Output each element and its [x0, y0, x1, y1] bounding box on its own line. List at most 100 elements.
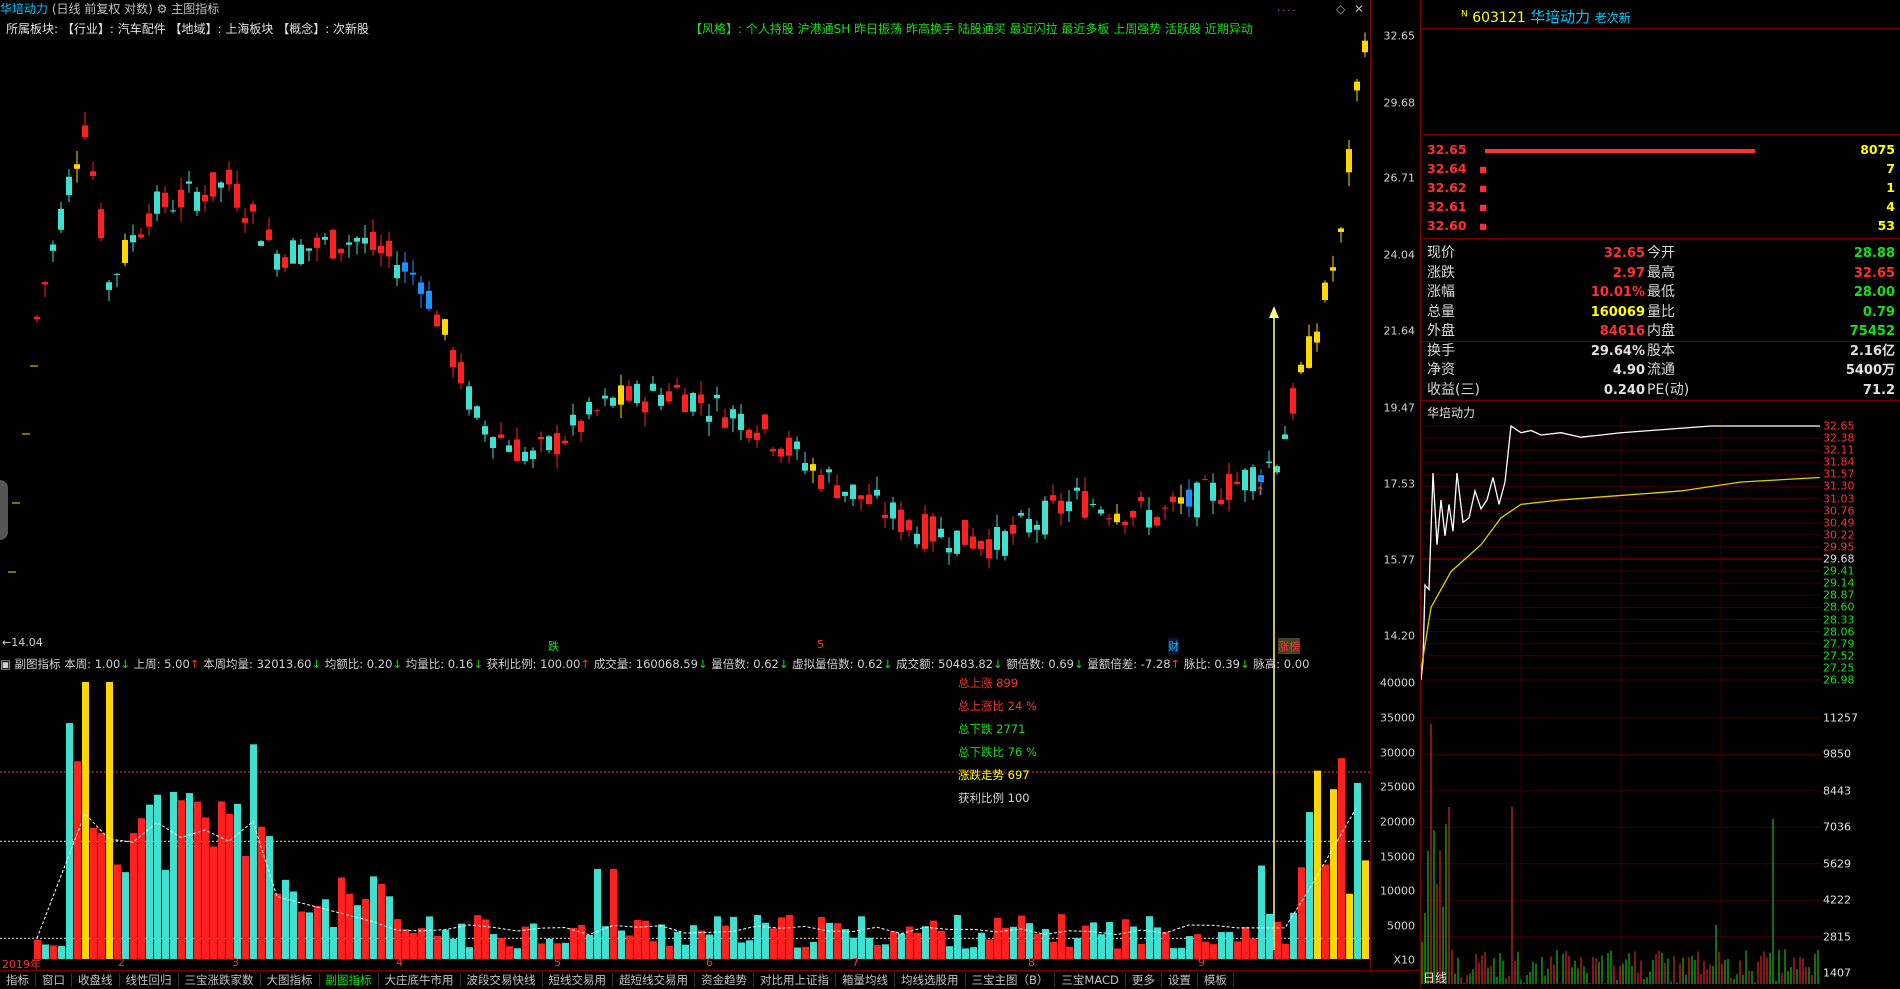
tab-16[interactable]: 三宝MACD — [1055, 973, 1126, 987]
candle — [722, 408, 728, 429]
volume-bar — [818, 917, 825, 959]
tab-13[interactable]: 箱量均线 — [836, 973, 895, 987]
tab-2[interactable]: 收盘线 — [72, 973, 120, 987]
chart-period[interactable]: (日线 前复权 对数) — [52, 2, 153, 16]
candle — [162, 186, 168, 214]
tab-12[interactable]: 对比用上证指 — [754, 973, 836, 987]
candle — [834, 474, 840, 499]
tab-9[interactable]: 短线交易用 — [542, 973, 613, 987]
candle — [554, 424, 560, 469]
candle — [1114, 503, 1120, 525]
volume-axis-label: 40000 — [1380, 676, 1415, 690]
tab-6[interactable]: 副图指标 — [319, 973, 379, 987]
tab-14[interactable]: 均线选股用 — [895, 973, 966, 987]
candle — [1242, 467, 1248, 503]
sub-metric-12: 脉比: 0.39↓ — [1183, 657, 1250, 671]
candle — [1330, 255, 1336, 282]
candle — [322, 233, 328, 245]
candle — [506, 439, 512, 453]
candle — [1314, 323, 1320, 352]
volume-bar — [378, 883, 385, 959]
candle — [34, 315, 40, 323]
candle — [986, 529, 992, 569]
candle — [1034, 520, 1040, 544]
intraday-chart[interactable] — [1421, 418, 1821, 988]
volume-bar — [714, 916, 721, 959]
tab-11[interactable]: 资金趋势 — [695, 973, 754, 987]
candle — [394, 251, 400, 287]
candle — [890, 497, 896, 530]
order-book-row[interactable]: 32.60 ▪ 53 — [1427, 218, 1895, 236]
volume-bar — [338, 877, 345, 959]
left-scroll-handle[interactable] — [0, 480, 8, 540]
volume-bar — [1010, 926, 1017, 959]
close-icon[interactable]: ✕ — [1354, 2, 1364, 16]
kline-chart[interactable]: ↑ — [0, 0, 1370, 650]
month-label: 6 — [706, 956, 713, 969]
candle — [1218, 488, 1224, 506]
candle — [362, 225, 368, 254]
volume-bar — [954, 914, 961, 959]
order-book-row[interactable]: 32.62 ▪ 1 — [1427, 180, 1895, 198]
candle — [514, 427, 520, 462]
candle — [482, 420, 488, 442]
candle — [1154, 516, 1160, 528]
price-axis-label: 21.64 — [1383, 324, 1416, 338]
volume-bar — [346, 893, 353, 959]
tab-5[interactable]: 大图指标 — [260, 973, 320, 987]
sector-info: 所属板块: 【行业】: 汽车配件 【地域】: 上海板块 【概念】: 次新股 — [6, 22, 370, 36]
candle — [1010, 516, 1016, 545]
candle — [1266, 450, 1272, 469]
candle — [90, 161, 96, 180]
sub-indicator-name[interactable]: ▣ 副图指标 — [0, 657, 61, 671]
tab-0[interactable]: 指标 — [0, 973, 36, 987]
settings-icon[interactable]: ⚙ — [157, 2, 168, 16]
tab-1[interactable]: 窗口 — [36, 973, 72, 987]
daily-line-button[interactable]: 日线 — [1423, 969, 1447, 986]
volume-bar — [1162, 932, 1169, 959]
intraday-price-label: 29.68 — [1823, 552, 1855, 566]
main-indicator-menu[interactable]: 主图指标 — [171, 2, 219, 16]
stock-id: N 603121 华培动力 老次新 — [1461, 8, 1631, 26]
intraday-volume-label: 1407 — [1823, 966, 1851, 980]
order-book-row[interactable]: 32.64 ▪ 7 — [1427, 161, 1895, 179]
tab-7[interactable]: 大庄底牛市用 — [378, 973, 461, 987]
intraday-volume-label: 8443 — [1823, 784, 1851, 798]
quote-row: 外盘 84616 内盘 75452 — [1427, 323, 1895, 339]
diamond-icon[interactable]: ◇ — [1336, 2, 1345, 16]
tab-17[interactable]: 更多 — [1125, 973, 1162, 987]
volume-bar — [722, 925, 729, 959]
chart-stock-title[interactable]: 华培动力 — [0, 2, 48, 16]
more-dots[interactable]: ···· — [1277, 6, 1298, 17]
candle — [498, 421, 504, 440]
volume-bar — [162, 869, 169, 959]
candle — [130, 224, 136, 252]
candle — [634, 380, 640, 407]
volume-bar — [570, 927, 577, 959]
volume-bar — [698, 930, 705, 959]
tab-3[interactable]: 线性回归 — [119, 973, 179, 987]
volume-bar — [1330, 789, 1337, 959]
month-label: 8 — [1028, 956, 1035, 969]
volume-bar — [1266, 913, 1273, 959]
candle — [610, 396, 616, 408]
tab-19[interactable]: 模板 — [1197, 973, 1234, 987]
month-axis: 2019年 2 3 4 5 6 7 8 9 — [0, 956, 1370, 971]
tab-15[interactable]: 三宝主图（B） — [965, 973, 1056, 987]
candle — [426, 281, 432, 312]
intraday-price-label: 30.49 — [1823, 516, 1855, 530]
sub-indicator-header: ▣ 副图指标 本周: 1.00↓ 上周: 5.00↑ 本周均量: 32013.6… — [0, 656, 1309, 672]
tab-4[interactable]: 三宝涨跌家数 — [178, 973, 261, 987]
candle — [1290, 383, 1296, 420]
order-book-row[interactable]: 32.65 8075 — [1427, 142, 1895, 160]
sub-metric-8: 虚拟量倍数: 0.62↓ — [792, 657, 893, 671]
candle — [226, 161, 232, 192]
volume-bar — [994, 917, 1001, 959]
tab-18[interactable]: 设置 — [1161, 973, 1198, 987]
candle — [602, 388, 608, 407]
tab-10[interactable]: 超短线交易用 — [613, 973, 695, 987]
order-book-row[interactable]: 32.61 ▪ 4 — [1427, 199, 1895, 217]
volume-bar — [226, 813, 233, 959]
volume-chart[interactable] — [0, 650, 1370, 970]
tab-8[interactable]: 波段交易快线 — [460, 973, 543, 987]
